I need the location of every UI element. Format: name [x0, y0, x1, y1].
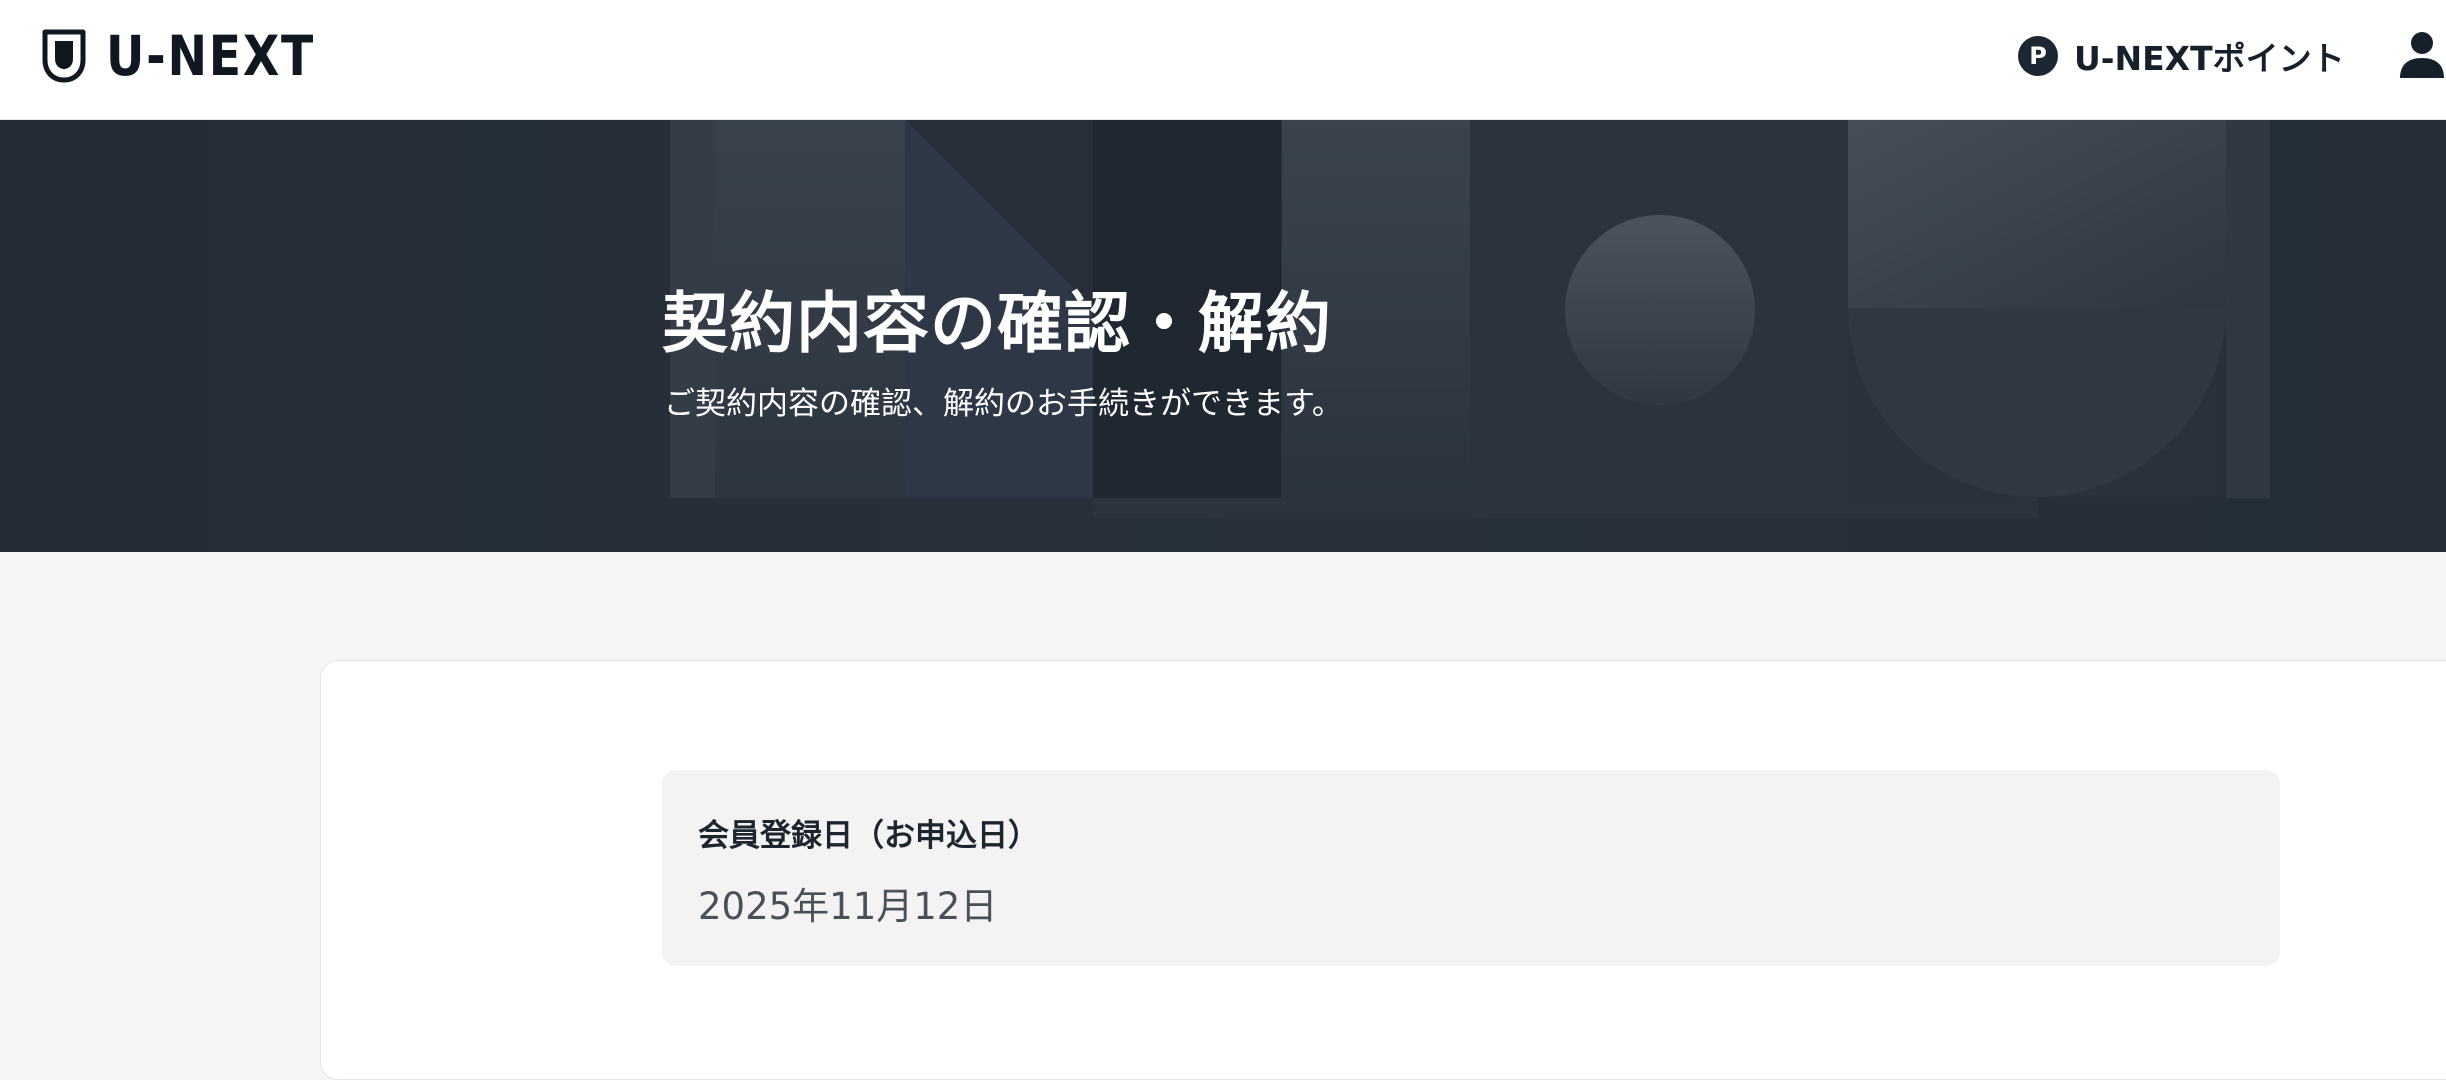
- account-icon[interactable]: [2398, 30, 2446, 82]
- points-icon: P: [2018, 36, 2058, 76]
- logo-text: U-NEXT: [106, 24, 315, 88]
- u-next-shield-icon: [42, 29, 86, 83]
- page-subtitle: ご契約内容の確認、解約のお手続きができます。: [664, 386, 1343, 422]
- registration-date-label: 会員登録日（お申込日）: [698, 818, 1039, 854]
- points-label: U-NEXTポイント: [2074, 39, 2345, 78]
- registration-date-value: 2025年11月12日: [698, 885, 998, 928]
- u-next-points-link[interactable]: P U-NEXTポイント: [2018, 34, 2345, 78]
- u-next-logo[interactable]: U-NEXT: [42, 28, 349, 84]
- site-header: U-NEXT P U-NEXTポイント: [0, 0, 2446, 120]
- hero-banner: 契約内容の確認・解約 ご契約内容の確認、解約のお手続きができます。: [0, 120, 2446, 552]
- page-title: 契約内容の確認・解約: [662, 285, 1332, 362]
- registration-date-box: 会員登録日（お申込日） 2025年11月12日: [662, 770, 2280, 966]
